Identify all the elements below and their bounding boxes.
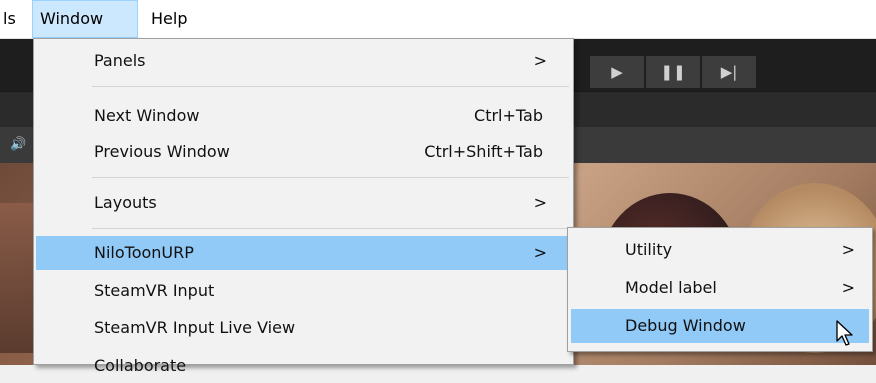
submenu-item-utility[interactable]: Utility > bbox=[571, 233, 869, 267]
submenu-item-debug-window[interactable]: Debug Window bbox=[571, 309, 869, 343]
menu-item-label: Previous Window bbox=[94, 142, 230, 161]
menu-item-label: NiloToonURP bbox=[94, 243, 194, 262]
shortcut-label: Ctrl+Shift+Tab bbox=[424, 142, 543, 161]
chevron-right-icon: > bbox=[533, 51, 547, 70]
menu-item-steamvr-input[interactable]: SteamVR Input bbox=[36, 274, 571, 308]
play-icon: ▶ bbox=[611, 63, 623, 81]
menu-item-collaborate[interactable]: Collaborate bbox=[36, 349, 571, 383]
pause-icon: ❚❚ bbox=[660, 63, 686, 81]
menu-item-steamvr-input-live-view[interactable]: SteamVR Input Live View bbox=[36, 311, 571, 345]
menu-separator bbox=[92, 177, 569, 178]
menu-item-label: Model label bbox=[625, 278, 717, 297]
submenu-item-model-label[interactable]: Model label > bbox=[571, 271, 869, 305]
audio-icon[interactable]: 🔊 bbox=[10, 137, 26, 152]
menu-tools-partial[interactable]: ls bbox=[0, 0, 24, 38]
menu-item-label: Panels bbox=[94, 51, 146, 70]
step-button[interactable]: ▶| bbox=[702, 56, 756, 88]
menu-help[interactable]: Help bbox=[143, 0, 195, 38]
menu-item-label: SteamVR Input bbox=[94, 281, 215, 300]
menu-item-label: Next Window bbox=[94, 106, 200, 125]
menu-bar: ls Window Help bbox=[0, 0, 876, 39]
nilotoon-submenu: Utility > Model label > Debug Window bbox=[567, 227, 873, 352]
menu-item-label: Debug Window bbox=[625, 316, 746, 335]
step-icon: ▶| bbox=[720, 63, 738, 81]
shortcut-label: Ctrl+Tab bbox=[474, 106, 543, 125]
menu-item-label: Layouts bbox=[94, 193, 157, 212]
play-button[interactable]: ▶ bbox=[590, 56, 644, 88]
window-menu: Panels > Next Window Ctrl+Tab Previous W… bbox=[33, 38, 574, 375]
menu-separator bbox=[92, 86, 569, 87]
menu-item-label: SteamVR Input Live View bbox=[94, 318, 296, 337]
menu-item-label: Utility bbox=[625, 240, 673, 259]
menu-item-nilotoonurp[interactable]: NiloToonURP > bbox=[36, 236, 571, 270]
playback-controls: ▶ ❚❚ ▶| bbox=[590, 56, 756, 88]
menu-item-previous-window[interactable]: Previous Window Ctrl+Shift+Tab bbox=[36, 135, 571, 169]
menu-item-label: Collaborate bbox=[94, 356, 187, 375]
menu-separator bbox=[92, 228, 569, 229]
mouse-pointer-icon bbox=[836, 320, 853, 346]
chevron-right-icon: > bbox=[841, 240, 855, 259]
chevron-right-icon: > bbox=[533, 243, 547, 262]
menu-window[interactable]: Window bbox=[32, 0, 138, 38]
menu-item-panels[interactable]: Panels > bbox=[36, 44, 571, 78]
chevron-right-icon: > bbox=[841, 278, 855, 297]
menu-item-layouts[interactable]: Layouts > bbox=[36, 186, 571, 220]
chevron-right-icon: > bbox=[533, 193, 547, 212]
menu-item-next-window[interactable]: Next Window Ctrl+Tab bbox=[36, 99, 571, 133]
pause-button[interactable]: ❚❚ bbox=[646, 56, 700, 88]
